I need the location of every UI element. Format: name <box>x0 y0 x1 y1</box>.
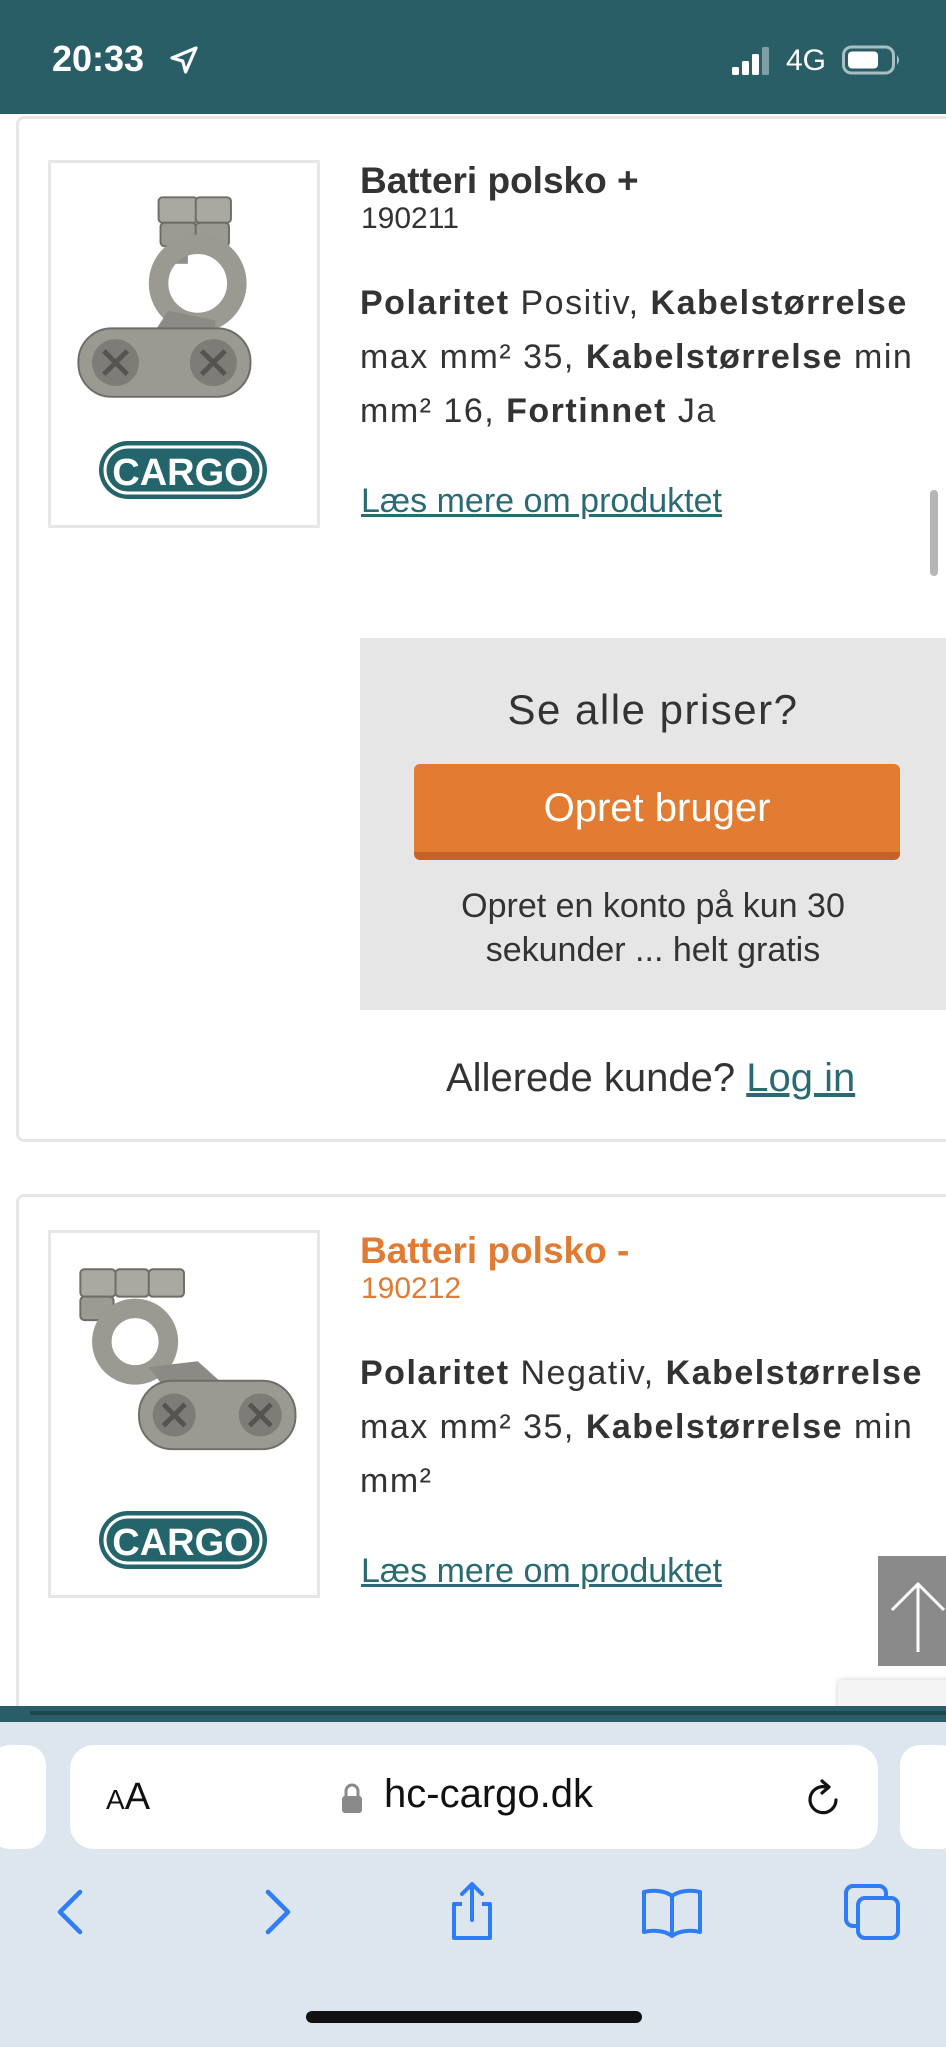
product-image[interactable]: CARGO <box>48 160 320 528</box>
price-heading: Se alle priser? <box>507 686 799 733</box>
desc-label: Polaritet <box>360 284 510 322</box>
login-row: Allerede kunde? Log in <box>446 1056 855 1101</box>
description-fade <box>700 1454 946 1508</box>
price-box: Se alle priser? Opret bruger Opret en ko… <box>360 638 946 1010</box>
home-indicator[interactable] <box>306 2011 642 2023</box>
product-title[interactable]: Batteri polsko - <box>360 1230 629 1272</box>
read-more-link[interactable]: Læs mere om produktet <box>361 482 722 521</box>
back-to-top-button[interactable] <box>878 1556 946 1666</box>
reload-icon[interactable] <box>804 1778 844 1820</box>
desc-value: max mm² 35, <box>360 1408 586 1446</box>
create-user-button[interactable]: Opret bruger <box>414 764 900 860</box>
share-icon[interactable] <box>440 1880 504 1944</box>
product-title[interactable]: Batteri polsko + <box>360 160 639 202</box>
desc-label: Kabelstørrelse <box>585 1408 844 1446</box>
product-sku: 190211 <box>361 202 459 235</box>
svg-text:CARGO: CARGO <box>112 1522 253 1564</box>
login-link[interactable]: Log in <box>746 1056 855 1100</box>
back-icon[interactable] <box>40 1880 104 1944</box>
reader-options-button[interactable]: AA <box>106 1776 150 1819</box>
battery-icon <box>842 45 899 75</box>
previous-tab-peek[interactable] <box>0 1745 46 1849</box>
scroll-indicator[interactable] <box>930 490 938 576</box>
svg-text:CARGO: CARGO <box>112 452 253 494</box>
desc-label: Polaritet <box>360 1354 510 1392</box>
description-fade <box>700 384 946 438</box>
login-prompt: Allerede kunde? <box>446 1056 747 1100</box>
aa-small: A <box>106 1784 125 1815</box>
bookmarks-icon[interactable] <box>640 1880 704 1944</box>
signal-bars-icon <box>732 47 769 75</box>
status-bar: 20:33 4G <box>0 0 946 114</box>
network-type: 4G <box>786 44 827 77</box>
url-text[interactable]: hc-cargo.dk <box>384 1772 593 1817</box>
read-more-link[interactable]: Læs mere om produktet <box>361 1552 722 1591</box>
tabs-icon[interactable] <box>840 1880 904 1944</box>
desc-value: max mm² 35, <box>360 338 586 376</box>
cargo-logo: CARGO <box>99 1511 267 1569</box>
price-note: Opret en konto på kun 30 sekunder ... he… <box>360 884 946 972</box>
product-sku: 190212 <box>361 1272 462 1305</box>
price-note-line: sekunder ... helt gratis <box>485 931 821 969</box>
arrow-up-icon <box>890 1581 946 1652</box>
desc-value: Negativ, <box>509 1354 666 1392</box>
cargo-logo: CARGO <box>99 441 267 499</box>
desc-label: Kabelstørrelse <box>585 338 844 376</box>
location-arrow-icon <box>170 46 198 74</box>
aa-large: A <box>124 1776 151 1818</box>
product-image[interactable]: CARGO <box>48 1230 320 1598</box>
next-tab-peek[interactable] <box>900 1745 946 1849</box>
price-note-line: Opret en konto på kun 30 <box>461 887 845 925</box>
status-time: 20:33 <box>52 38 145 79</box>
desc-label: Fortinnet <box>506 392 667 430</box>
lock-icon <box>342 1783 362 1813</box>
forward-icon[interactable] <box>244 1880 308 1944</box>
desc-label: Kabelstørrelse <box>650 284 908 322</box>
page-bottom-line <box>30 1711 946 1715</box>
desc-label: Kabelstørrelse <box>665 1354 923 1392</box>
desc-value: Positiv, <box>509 284 651 322</box>
